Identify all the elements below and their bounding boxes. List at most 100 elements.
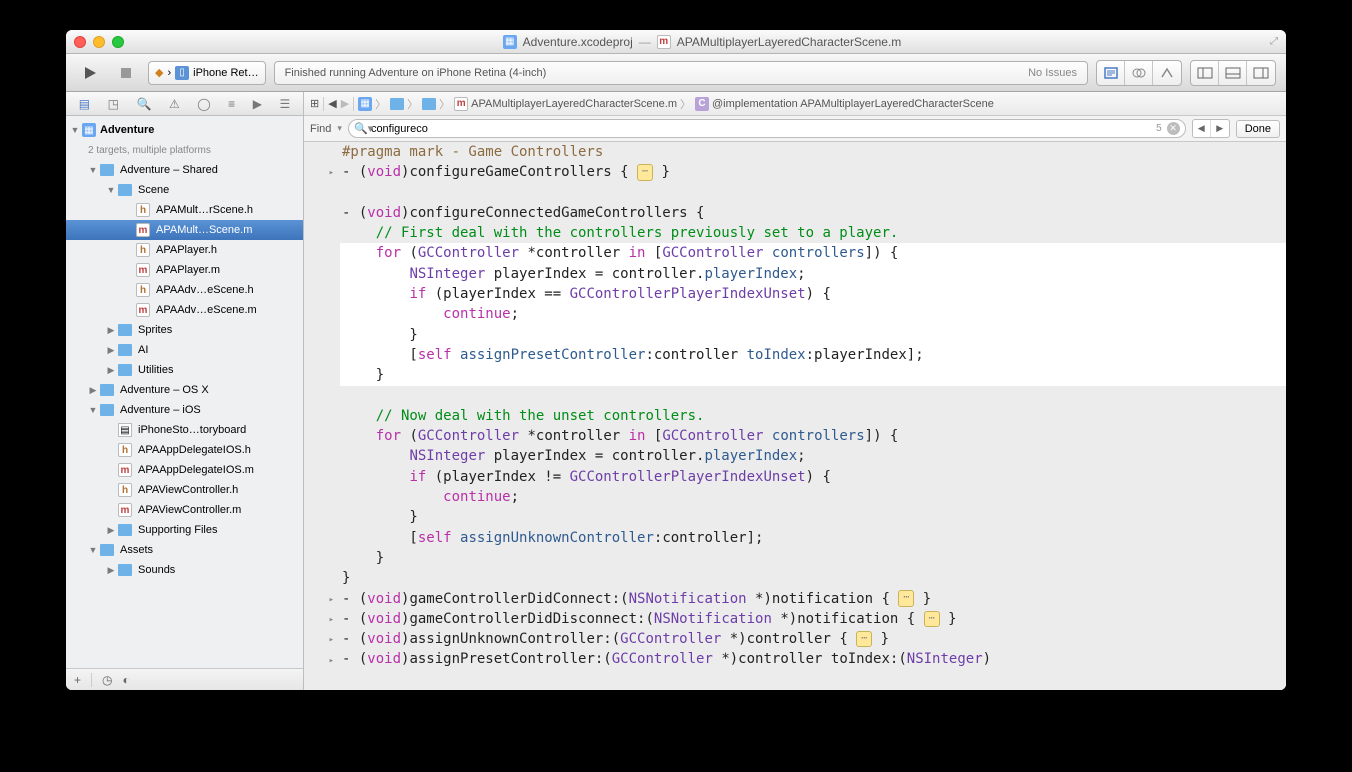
tree-item[interactable]: ▶Sounds [66,560,303,580]
project-tree[interactable]: ▼ ▦ Adventure 2 targets, multiple platfo… [66,116,303,668]
tree-item[interactable]: mAPAMult…Scene.m [66,220,303,240]
fold-toggle[interactable]: ▸ [324,167,334,177]
tree-item[interactable]: ▶Adventure – OS X [66,380,303,400]
project-nav-icon[interactable]: ▤ [79,97,90,111]
fold-toggle[interactable]: ▸ [324,614,334,624]
recent-button[interactable]: ◷ [102,673,112,687]
symbol-nav-icon[interactable]: ◳ [108,97,119,111]
code-editor[interactable]: #pragma mark - Game Controllers▸- (void)… [304,142,1286,690]
back-button[interactable]: ◀ [328,97,336,110]
test-nav-icon[interactable]: ◯ [197,97,210,111]
toggle-debug-button[interactable] [1219,61,1247,85]
breakpoint-nav-icon[interactable]: ▶ [253,97,262,111]
tree-item[interactable]: mAPAAppDelegateIOS.m [66,460,303,480]
code-line[interactable]: ▸- (void)assignPresetController:(GCContr… [304,649,1286,669]
tree-item[interactable]: ▼Assets [66,540,303,560]
code-line[interactable]: // Now deal with the unset controllers. [304,406,1286,426]
tree-item[interactable]: hAPAAppDelegateIOS.h [66,440,303,460]
code-line[interactable]: [self assignUnknownController:controller… [304,528,1286,548]
clear-search-button[interactable]: ✕ [1167,122,1180,135]
code-line[interactable]: ▸- (void)assignUnknownController:(GCCont… [304,629,1286,649]
version-editor-button[interactable] [1153,61,1181,85]
issue-nav-icon[interactable]: ⚠ [169,97,180,111]
filter-button[interactable]: ◐ [123,673,130,687]
debug-nav-icon[interactable]: ≡ [228,97,235,111]
tree-item[interactable]: ▼Adventure – Shared [66,160,303,180]
code-line[interactable]: #pragma mark - Game Controllers [304,142,1286,162]
hfile-icon: h [118,443,132,457]
find-prev-button[interactable]: ◀ [1193,120,1211,137]
code-line[interactable]: if (playerIndex == GCControllerPlayerInd… [304,284,1286,304]
tree-item[interactable]: ▶Sprites [66,320,303,340]
stop-button[interactable] [112,61,140,85]
tree-item[interactable]: mAPAAdv…eScene.m [66,300,303,320]
code-line[interactable]: NSInteger playerIndex = controller.playe… [304,446,1286,466]
code-line[interactable]: } [304,548,1286,568]
log-nav-icon[interactable]: ☰ [279,97,290,111]
jump-bar[interactable]: ⊞ ◀ ▶ ▦〉 〉 〉 m APAMultiplayerLayeredChar… [304,92,1286,116]
tree-item[interactable]: ▶AI [66,340,303,360]
tree-item[interactable]: ▤iPhoneSto…toryboard [66,420,303,440]
code-line[interactable]: } [304,365,1286,385]
minimize-button[interactable] [93,36,105,48]
scheme-selector[interactable]: ◆ › ▯ iPhone Ret… [148,61,266,85]
fullscreen-icon[interactable]: ⤢ [1270,36,1278,47]
tree-item[interactable]: mAPAPlayer.m [66,260,303,280]
code-line[interactable]: for (GCController *controller in [GCCont… [304,426,1286,446]
tree-item[interactable]: hAPAPlayer.h [66,240,303,260]
close-button[interactable] [74,36,86,48]
code-line[interactable]: continue; [304,304,1286,324]
find-input[interactable] [348,119,1186,138]
forward-button[interactable]: ▶ [341,97,349,110]
fold-toggle[interactable]: ▸ [324,594,334,604]
code-line[interactable]: } [304,507,1286,527]
code-line[interactable]: if (playerIndex != GCControllerPlayerInd… [304,467,1286,487]
code-line[interactable]: ▸- (void)configureGameControllers { ⋯ } [304,162,1286,182]
code-line[interactable]: - (void)configureConnectedGameController… [304,203,1286,223]
toggle-navigator-button[interactable] [1191,61,1219,85]
code-line[interactable] [304,183,1286,203]
tree-item-label: APAPlayer.h [156,244,217,256]
project-root[interactable]: ▼ ▦ Adventure [66,120,303,140]
tree-item-label: APAAdv…eScene.m [156,304,257,316]
find-next-button[interactable]: ▶ [1211,120,1229,137]
tree-item-label: Sounds [138,564,175,576]
tree-item-label: APAPlayer.m [156,264,220,276]
mfile-icon: m [136,223,150,237]
search-nav-icon[interactable]: 🔍 [136,97,151,111]
zoom-button[interactable] [112,36,124,48]
code-line[interactable]: [self assignPresetController:controller … [304,345,1286,365]
code-line[interactable]: for (GCController *controller in [GCCont… [304,243,1286,263]
standard-editor-button[interactable] [1097,61,1125,85]
tree-item[interactable]: hAPAMult…rScene.h [66,200,303,220]
code-line[interactable] [304,386,1286,406]
xcode-window: ▦ Adventure.xcodeproj — m APAMultiplayer… [66,30,1286,690]
code-line[interactable]: } [304,325,1286,345]
tree-item[interactable]: hAPAAdv…eScene.h [66,280,303,300]
folder-icon [100,164,114,176]
related-items-icon[interactable]: ⊞ [310,97,319,110]
code-line[interactable]: NSInteger playerIndex = controller.playe… [304,264,1286,284]
tree-item[interactable]: mAPAViewController.m [66,500,303,520]
tree-item[interactable]: ▶Supporting Files [66,520,303,540]
status-issues: No Issues [1028,67,1077,79]
assistant-editor-button[interactable] [1125,61,1153,85]
done-button[interactable]: Done [1236,120,1280,138]
tree-item[interactable]: ▶Utilities [66,360,303,380]
run-button[interactable] [76,61,104,85]
tree-item[interactable]: ▼Scene [66,180,303,200]
tree-item[interactable]: ▼Adventure – iOS [66,400,303,420]
add-button[interactable]: + [74,673,81,687]
toggle-utilities-button[interactable] [1247,61,1275,85]
code-line[interactable]: ▸- (void)gameControllerDidDisconnect:(NS… [304,609,1286,629]
code-line[interactable]: // First deal with the controllers previ… [304,223,1286,243]
code-line[interactable]: ▸- (void)gameControllerDidConnect:(NSNot… [304,589,1286,609]
tree-item[interactable]: hAPAViewController.h [66,480,303,500]
code-line[interactable]: continue; [304,487,1286,507]
tree-item-label: Sprites [138,324,172,336]
fold-toggle[interactable]: ▸ [324,655,334,665]
mfile-icon: m [454,97,468,111]
tree-item-label: APAMult…rScene.h [156,204,253,216]
fold-toggle[interactable]: ▸ [324,634,334,644]
code-line[interactable]: } [304,568,1286,588]
